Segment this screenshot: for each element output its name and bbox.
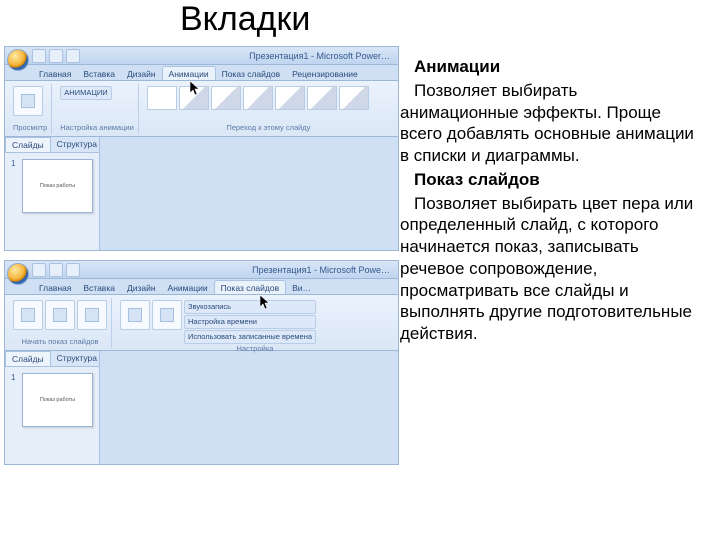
tab-design[interactable]: Дизайн — [121, 67, 162, 80]
slide-thumbnail[interactable]: Показ работы — [22, 159, 93, 213]
group-preview: Просмотр — [9, 84, 52, 134]
record-narration-button[interactable]: Звукозапись — [184, 300, 316, 314]
panel-tab-slides[interactable]: Слайды — [5, 137, 51, 152]
panel-tab-outline[interactable]: Структура — [51, 351, 103, 366]
tab-home[interactable]: Главная — [33, 67, 77, 80]
transition-item[interactable] — [211, 86, 241, 110]
qat-save-icon[interactable] — [32, 263, 46, 277]
custom-show-button[interactable] — [77, 300, 107, 330]
group-custom-animation: АНИМАЦИИ Настройка анимации — [56, 84, 139, 134]
tab-home[interactable]: Главная — [33, 281, 77, 294]
slide-thumbnail[interactable]: Показ работы — [22, 373, 93, 427]
play-icon — [21, 308, 35, 322]
transition-item[interactable] — [243, 86, 273, 110]
office-button[interactable] — [7, 263, 29, 285]
paragraph-animations: Позволяет выбирать анимационные эффекты.… — [400, 80, 700, 167]
powerpoint-window-slideshow: Презентация1 - Microsoft Powe… Главная В… — [4, 260, 399, 465]
slides-panel: Слайды Структура 1 Показ работы — [5, 137, 100, 250]
slide-canvas[interactable] — [100, 137, 398, 250]
tab-review[interactable]: Ви… — [286, 281, 317, 294]
tab-slideshow[interactable]: Показ слайдов — [216, 67, 287, 80]
gear-icon — [128, 308, 142, 322]
heading-animations: Анимации — [400, 56, 700, 78]
transition-none[interactable] — [147, 86, 177, 110]
use-timings-checkbox[interactable]: Использовать записанные времена — [184, 330, 316, 344]
group-setup: Звукозапись Настройка времени Использова… — [116, 298, 394, 348]
qat-redo-icon[interactable] — [66, 49, 80, 63]
page-title: Вкладки — [180, 0, 310, 39]
description-block: Анимации Позволяет выбирать анимационные… — [400, 56, 700, 347]
thumbnail-area: 1 Показ работы — [5, 367, 99, 464]
ribbon-tabs: Главная Вставка Дизайн Анимации Показ сл… — [5, 279, 398, 295]
paragraph-slideshow: Позволяет выбирать цвет пера или определ… — [400, 193, 700, 345]
preview-button[interactable] — [13, 86, 43, 116]
slides-panel: Слайды Структура 1 Показ работы — [5, 351, 100, 464]
slide-number: 1 — [11, 159, 19, 213]
panel-tabs: Слайды Структура — [5, 351, 99, 367]
tab-slideshow[interactable]: Показ слайдов — [214, 280, 287, 294]
panel-tab-outline[interactable]: Структура — [51, 137, 103, 152]
workspace: Слайды Структура 1 Показ работы — [5, 137, 398, 250]
group-start-slideshow: Начать показ слайдов — [9, 298, 112, 348]
preview-icon — [21, 94, 35, 108]
qat-undo-icon[interactable] — [49, 49, 63, 63]
transition-item[interactable] — [275, 86, 305, 110]
rehearse-timings-button[interactable]: Настройка времени — [184, 315, 316, 329]
qat-undo-icon[interactable] — [49, 263, 63, 277]
window-title: Презентация1 - Microsoft Power… — [249, 51, 394, 61]
qat-save-icon[interactable] — [32, 49, 46, 63]
slide-canvas[interactable] — [100, 351, 398, 464]
window-title: Презентация1 - Microsoft Powe… — [252, 265, 394, 275]
tab-animations[interactable]: Анимации — [162, 66, 216, 80]
tab-insert[interactable]: Вставка — [77, 67, 121, 80]
group-label-setup: Настройка — [120, 344, 390, 353]
tab-design[interactable]: Дизайн — [121, 281, 162, 294]
setup-show-button[interactable] — [120, 300, 150, 330]
hide-icon — [160, 308, 174, 322]
list-icon — [85, 308, 99, 322]
panel-tab-slides[interactable]: Слайды — [5, 351, 51, 366]
title-bar: Презентация1 - Microsoft Power… — [5, 47, 398, 65]
workspace: Слайды Структура 1 Показ работы — [5, 351, 398, 464]
tab-insert[interactable]: Вставка — [77, 281, 121, 294]
heading-slideshow: Показ слайдов — [400, 169, 700, 191]
panel-tabs: Слайды Структура — [5, 137, 99, 153]
hide-slide-button[interactable] — [152, 300, 182, 330]
title-bar: Презентация1 - Microsoft Powe… — [5, 261, 398, 279]
from-current-button[interactable] — [45, 300, 75, 330]
from-start-button[interactable] — [13, 300, 43, 330]
group-label-preview: Просмотр — [13, 123, 47, 132]
slide-number: 1 — [11, 373, 19, 427]
transition-item[interactable] — [307, 86, 337, 110]
powerpoint-window-animations: Презентация1 - Microsoft Power… Главная … — [4, 46, 399, 251]
animations-dropdown[interactable]: АНИМАЦИИ — [60, 86, 111, 100]
qat-redo-icon[interactable] — [66, 263, 80, 277]
thumbnail-area: 1 Показ работы — [5, 153, 99, 250]
group-label-transition: Переход к этому слайду — [147, 123, 390, 132]
group-label-custom-anim: Настройка анимации — [60, 123, 134, 132]
tab-review[interactable]: Рецензирование — [286, 67, 364, 80]
slide-thumbnail-row: 1 Показ работы — [11, 373, 93, 427]
ribbon-body: Начать показ слайдов Звукозапись Настрой… — [5, 295, 398, 351]
ribbon-tabs: Главная Вставка Дизайн Анимации Показ сл… — [5, 65, 398, 81]
tab-animations[interactable]: Анимации — [162, 281, 214, 294]
office-button[interactable] — [7, 49, 29, 71]
group-label-start: Начать показ слайдов — [13, 337, 107, 346]
play-icon — [53, 308, 67, 322]
slide-thumbnail-row: 1 Показ работы — [11, 159, 93, 213]
group-transition: Переход к этому слайду — [143, 84, 394, 134]
transition-item[interactable] — [339, 86, 369, 110]
